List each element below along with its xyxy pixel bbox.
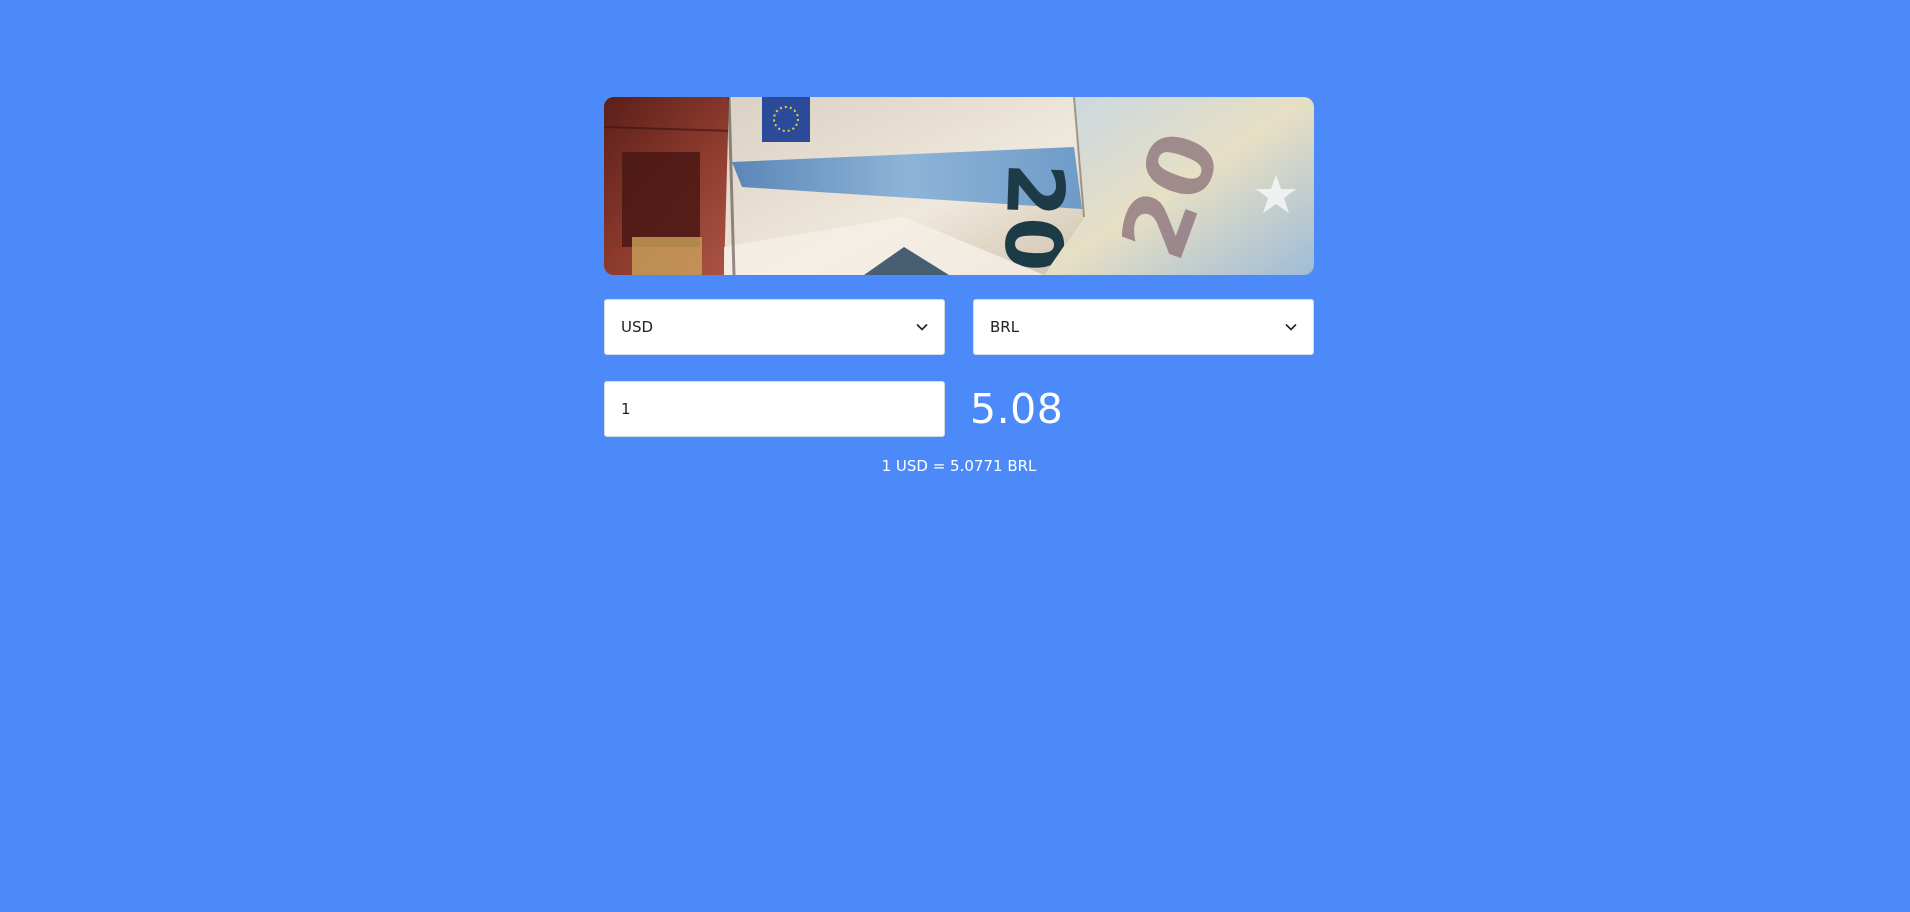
chevron-down-icon	[1284, 320, 1298, 334]
currency-selectors: USD BRL	[604, 299, 1314, 355]
chevron-down-icon	[915, 320, 929, 334]
banknotes-banner-image: 20 20	[604, 97, 1314, 275]
amount-row: 5.08	[604, 381, 1314, 437]
from-currency-select[interactable]: USD	[604, 299, 945, 355]
from-currency-value: USD	[621, 318, 654, 336]
to-currency-select[interactable]: BRL	[973, 299, 1314, 355]
exchange-rate-text: 1 USD = 5.0771 BRL	[881, 457, 1037, 475]
to-currency-value: BRL	[990, 318, 1020, 336]
amount-input[interactable]	[604, 381, 945, 437]
converter-card: 20 20 USD BRL 5.08 1 USD =	[604, 97, 1314, 475]
converted-result: 5.08	[970, 385, 1064, 433]
